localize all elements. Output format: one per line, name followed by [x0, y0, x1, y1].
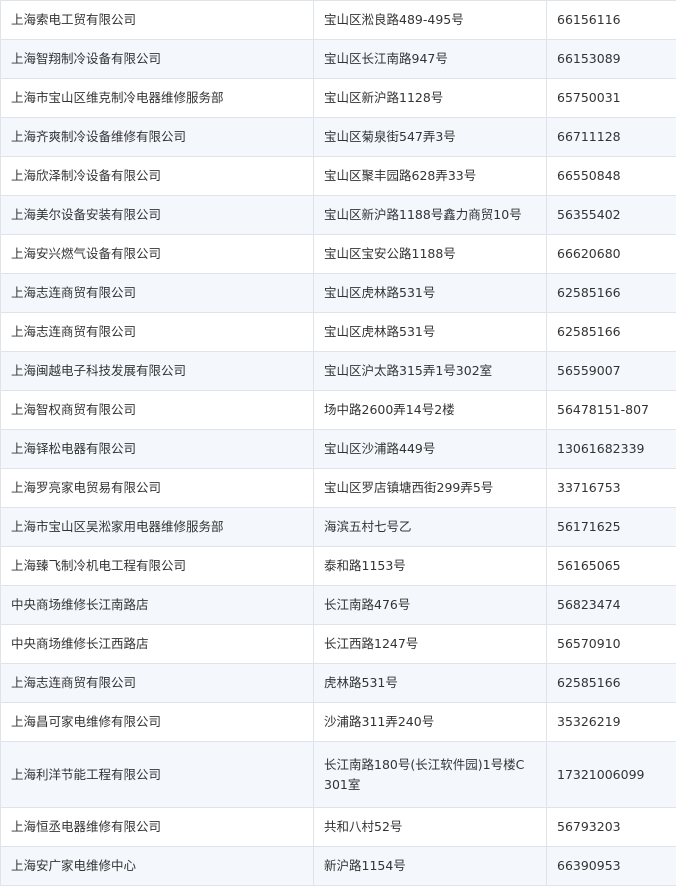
- address-cell: 宝山区宝安公路1188号: [313, 234, 547, 274]
- phone-cell: 56559007: [546, 351, 676, 391]
- address-cell: 长江南路476号: [313, 585, 547, 625]
- company-name-cell: 上海志连商贸有限公司: [0, 273, 314, 313]
- company-name-cell: 上海智权商贸有限公司: [0, 390, 314, 430]
- phone-cell: 66550848: [546, 156, 676, 196]
- address-cell: 宝山区虎林路531号: [313, 312, 547, 352]
- phone-cell: 62585166: [546, 273, 676, 313]
- phone-cell: 56823474: [546, 585, 676, 625]
- table-row: 上海铎松电器有限公司 宝山区沙浦路449号 13061682339: [0, 429, 676, 469]
- table-row: 上海利洋节能工程有限公司 长江南路180号(长江软件园)1号楼C301室 17321…: [0, 741, 676, 808]
- table-row: 上海齐爽制冷设备维修有限公司 宝山区菊泉街547弄3号 66711128: [0, 117, 676, 157]
- address-cell: 沙浦路311弄240号: [313, 702, 547, 742]
- phone-cell: 56570910: [546, 624, 676, 664]
- company-name-cell: 上海市宝山区维克制冷电器维修服务部: [0, 78, 314, 118]
- address-cell: 宝山区沙浦路449号: [313, 429, 547, 469]
- address-cell: 宝山区长江南路947号: [313, 39, 547, 79]
- service-directory-table: 上海索电工贸有限公司 宝山区淞良路489-495号 66156116 上海智翔制冷设备…: [0, 0, 676, 886]
- address-cell: 宝山区淞良路489-495号: [313, 0, 547, 40]
- company-name-cell: 上海昌可家电维修有限公司: [0, 702, 314, 742]
- company-name-cell: 上海臻飞制冷机电工程有限公司: [0, 546, 314, 586]
- company-name-cell: 上海利洋节能工程有限公司: [0, 741, 314, 808]
- phone-cell: 56165065: [546, 546, 676, 586]
- table-row: 上海臻飞制冷机电工程有限公司 泰和路1153号 56165065: [0, 546, 676, 586]
- phone-cell: 56355402: [546, 195, 676, 235]
- address-cell: 宝山区虎林路531号: [313, 273, 547, 313]
- company-name-cell: 中央商场维修长江西路店: [0, 624, 314, 664]
- table-row: 上海志连商贸有限公司 虎林路531号 62585166: [0, 663, 676, 703]
- address-cell: 宝山区新沪路1188号鑫力商贸10号: [313, 195, 547, 235]
- company-name-cell: 上海闽越电子科技发展有限公司: [0, 351, 314, 391]
- table-row: 上海智权商贸有限公司 场中路2600弄14号2楼 56478151-807: [0, 390, 676, 430]
- company-name-cell: 中央商场维修长江南路店: [0, 585, 314, 625]
- phone-cell: 56171625: [546, 507, 676, 547]
- phone-cell: 56478151-807: [546, 390, 676, 430]
- phone-cell: 17321006099: [546, 741, 676, 808]
- phone-cell: 66153089: [546, 39, 676, 79]
- address-cell: 虎林路531号: [313, 663, 547, 703]
- address-cell: 场中路2600弄14号2楼: [313, 390, 547, 430]
- company-name-cell: 上海志连商贸有限公司: [0, 663, 314, 703]
- table-row: 上海罗亮家电贸易有限公司 宝山区罗店镇塘西街299弄5号 33716753: [0, 468, 676, 508]
- phone-cell: 56793203: [546, 807, 676, 847]
- address-cell: 泰和路1153号: [313, 546, 547, 586]
- table-row: 上海闽越电子科技发展有限公司 宝山区沪太路315弄1号302室 56559007: [0, 351, 676, 391]
- table-row: 上海昌可家电维修有限公司 沙浦路311弄240号 35326219: [0, 702, 676, 742]
- address-cell: 海滨五村七号乙: [313, 507, 547, 547]
- table-row: 上海美尔设备安装有限公司 宝山区新沪路1188号鑫力商贸10号 56355402: [0, 195, 676, 235]
- company-name-cell: 上海安兴燃气设备有限公司: [0, 234, 314, 274]
- phone-cell: 35326219: [546, 702, 676, 742]
- company-name-cell: 上海恒丞电器维修有限公司: [0, 807, 314, 847]
- company-name-cell: 上海安广家电维修中心: [0, 846, 314, 886]
- company-name-cell: 上海齐爽制冷设备维修有限公司: [0, 117, 314, 157]
- table-row: 上海志连商贸有限公司 宝山区虎林路531号 62585166: [0, 312, 676, 352]
- address-cell: 长江西路1247号: [313, 624, 547, 664]
- company-name-cell: 上海市宝山区吴淞家用电器维修服务部: [0, 507, 314, 547]
- phone-cell: 66711128: [546, 117, 676, 157]
- address-cell: 长江南路180号(长江软件园)1号楼C301室: [313, 741, 547, 808]
- phone-cell: 62585166: [546, 663, 676, 703]
- phone-cell: 66156116: [546, 0, 676, 40]
- table-row: 上海市宝山区维克制冷电器维修服务部 宝山区新沪路1128号 65750031: [0, 78, 676, 118]
- table-body: 上海索电工贸有限公司 宝山区淞良路489-495号 66156116 上海智翔制冷设备…: [0, 0, 676, 886]
- address-cell: 宝山区菊泉街547弄3号: [313, 117, 547, 157]
- phone-cell: 13061682339: [546, 429, 676, 469]
- address-cell: 宝山区新沪路1128号: [313, 78, 547, 118]
- company-name-cell: 上海欣泽制冷设备有限公司: [0, 156, 314, 196]
- address-cell: 宝山区罗店镇塘西街299弄5号: [313, 468, 547, 508]
- table-row: 上海智翔制冷设备有限公司 宝山区长江南路947号 66153089: [0, 39, 676, 79]
- table-row: 上海市宝山区吴淞家用电器维修服务部 海滨五村七号乙 56171625: [0, 507, 676, 547]
- company-name-cell: 上海美尔设备安装有限公司: [0, 195, 314, 235]
- table-row: 上海志连商贸有限公司 宝山区虎林路531号 62585166: [0, 273, 676, 313]
- phone-cell: 33716753: [546, 468, 676, 508]
- company-name-cell: 上海罗亮家电贸易有限公司: [0, 468, 314, 508]
- company-name-cell: 上海铎松电器有限公司: [0, 429, 314, 469]
- table-row: 上海安兴燃气设备有限公司 宝山区宝安公路1188号 66620680: [0, 234, 676, 274]
- table-row: 上海索电工贸有限公司 宝山区淞良路489-495号 66156116: [0, 0, 676, 40]
- phone-cell: 65750031: [546, 78, 676, 118]
- company-name-cell: 上海索电工贸有限公司: [0, 0, 314, 40]
- phone-cell: 66620680: [546, 234, 676, 274]
- table-row: 中央商场维修长江西路店 长江西路1247号 56570910: [0, 624, 676, 664]
- address-cell: 新沪路1154号: [313, 846, 547, 886]
- phone-cell: 62585166: [546, 312, 676, 352]
- table-row: 中央商场维修长江南路店 长江南路476号 56823474: [0, 585, 676, 625]
- table-row: 上海恒丞电器维修有限公司 共和八村52号 56793203: [0, 807, 676, 847]
- table-row: 上海欣泽制冷设备有限公司 宝山区聚丰园路628弄33号 66550848: [0, 156, 676, 196]
- phone-cell: 66390953: [546, 846, 676, 886]
- table-row: 上海安广家电维修中心 新沪路1154号 66390953: [0, 846, 676, 886]
- address-cell: 宝山区聚丰园路628弄33号: [313, 156, 547, 196]
- address-cell: 共和八村52号: [313, 807, 547, 847]
- address-cell: 宝山区沪太路315弄1号302室: [313, 351, 547, 391]
- company-name-cell: 上海智翔制冷设备有限公司: [0, 39, 314, 79]
- company-name-cell: 上海志连商贸有限公司: [0, 312, 314, 352]
